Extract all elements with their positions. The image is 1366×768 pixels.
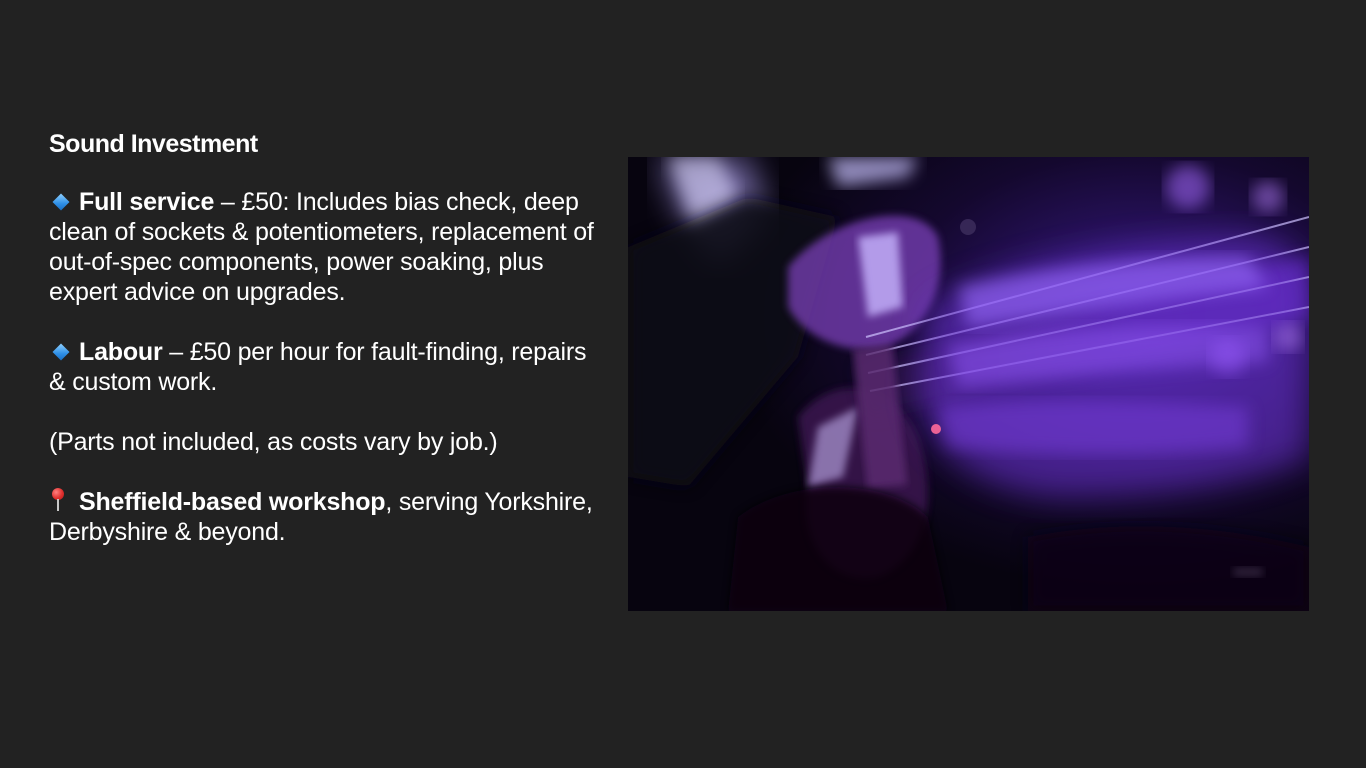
slide: Sound Investment Full service – £50: Inc…	[0, 0, 1366, 768]
labour-item: Labour – £50 per hour for fault-finding,…	[49, 337, 609, 397]
slide-heading: Sound Investment	[49, 130, 258, 158]
labour-title: Labour	[79, 338, 163, 366]
full-service-title: Full service	[79, 188, 215, 216]
full-service-item: Full service – £50: Includes bias check,…	[49, 187, 609, 307]
location-item: Sheffield-based workshop, serving Yorksh…	[49, 487, 609, 547]
text-column: Sound Investment Full service – £50: Inc…	[49, 127, 609, 577]
parts-note: (Parts not included, as costs vary by jo…	[49, 428, 498, 456]
location-pin-icon	[49, 487, 69, 513]
blue-diamond-icon	[52, 193, 70, 211]
bass-guitar-player-photo	[628, 157, 1309, 611]
location-title: Sheffield-based workshop	[79, 488, 386, 516]
blue-diamond-icon	[52, 343, 70, 361]
